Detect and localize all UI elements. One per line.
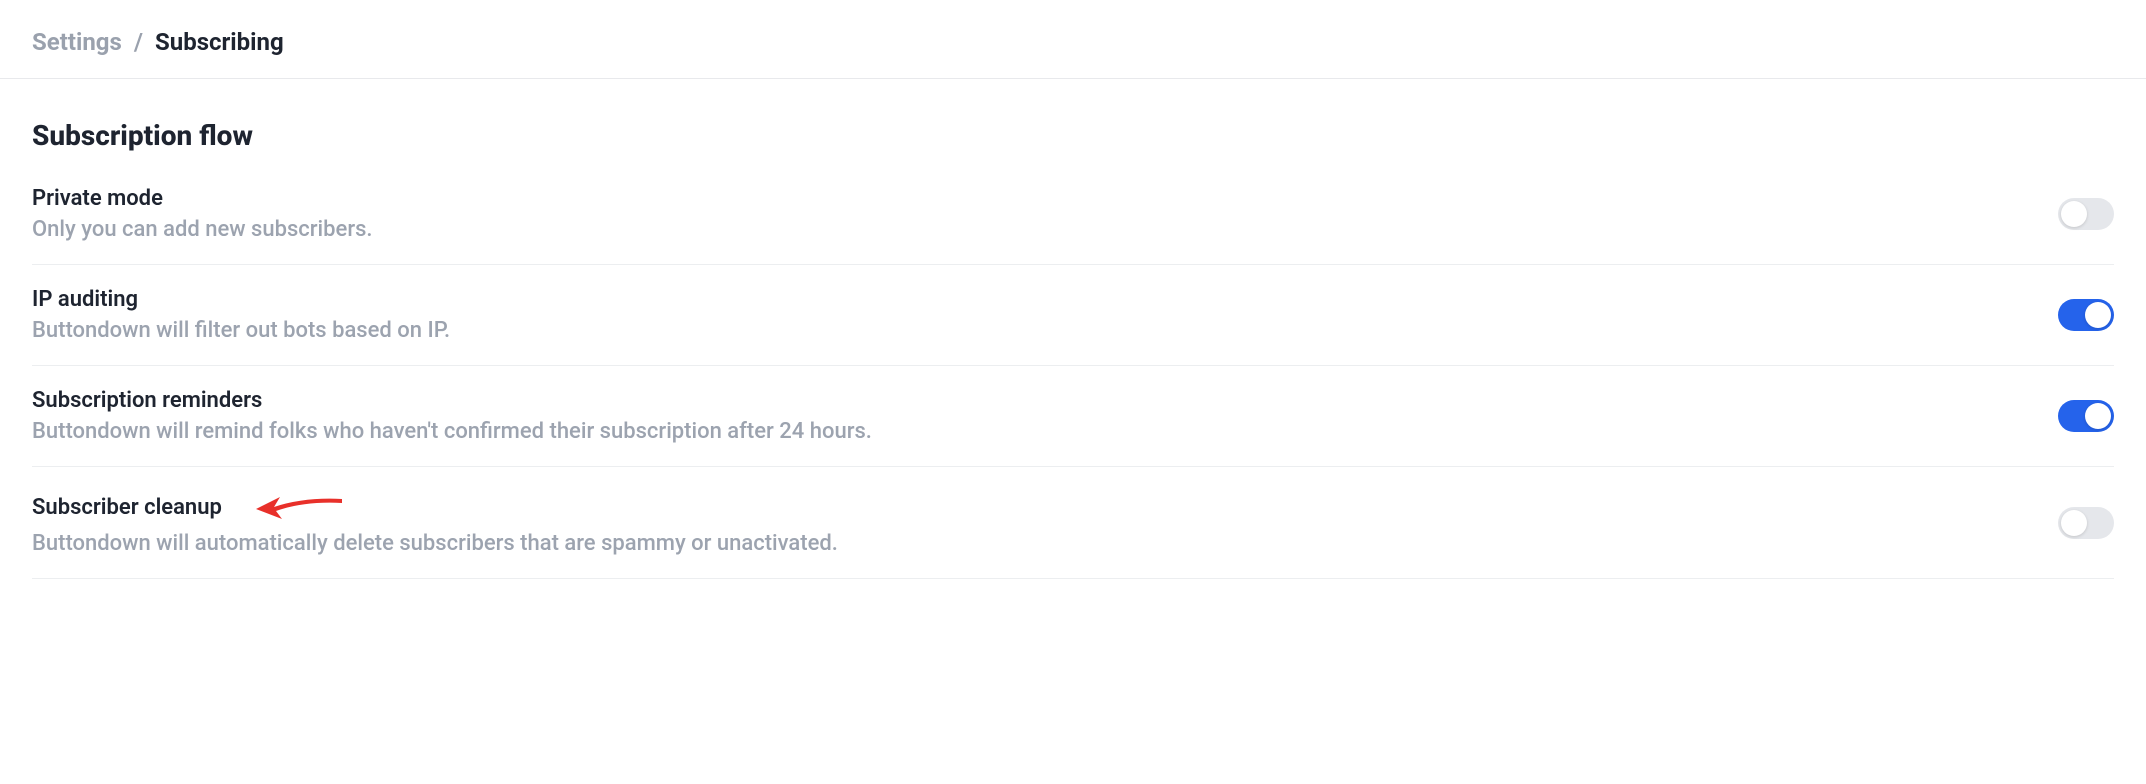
toggle-private-mode[interactable] [2058,198,2114,230]
toggle-knob [2061,201,2087,227]
settings-list: Private mode Only you can add new subscri… [32,186,2114,579]
section-title: Subscription flow [32,119,2114,152]
setting-title-wrap: Private mode [32,186,373,211]
setting-title-wrap: Subscription reminders [32,388,872,413]
setting-text: IP auditing Buttondown will filter out bo… [32,287,450,343]
setting-text: Private mode Only you can add new subscri… [32,186,373,242]
breadcrumb-current: Subscribing [155,28,284,56]
setting-description: Buttondown will automatically delete sub… [32,531,838,556]
setting-title: Private mode [32,186,163,211]
setting-row-subscription-reminders: Subscription reminders Buttondown will re… [32,366,2114,467]
setting-title-wrap: IP auditing [32,287,450,312]
setting-text: Subscription reminders Buttondown will re… [32,388,872,444]
breadcrumb-separator: / [134,28,143,56]
setting-description: Only you can add new subscribers. [32,217,373,242]
setting-row-private-mode: Private mode Only you can add new subscri… [32,186,2114,265]
setting-row-ip-auditing: IP auditing Buttondown will filter out bo… [32,265,2114,366]
setting-title: Subscription reminders [32,388,262,413]
annotation-arrow-icon [254,489,344,525]
setting-title: Subscriber cleanup [32,495,222,520]
breadcrumb-parent[interactable]: Settings [32,28,122,56]
setting-row-subscriber-cleanup: Subscriber cleanup Buttondown will automa… [32,467,2114,579]
toggle-knob [2061,510,2087,536]
toggle-subscriber-cleanup[interactable] [2058,507,2114,539]
toggle-knob [2085,403,2111,429]
setting-description: Buttondown will remind folks who haven't… [32,419,872,444]
setting-description: Buttondown will filter out bots based on… [32,318,450,343]
setting-text: Subscriber cleanup Buttondown will automa… [32,489,838,556]
settings-content: Subscription flow Private mode Only you c… [0,79,2146,579]
toggle-ip-auditing[interactable] [2058,299,2114,331]
toggle-knob [2085,302,2111,328]
setting-title-wrap: Subscriber cleanup [32,489,838,525]
breadcrumb: Settings / Subscribing [0,0,2146,79]
toggle-subscription-reminders[interactable] [2058,400,2114,432]
setting-title: IP auditing [32,287,138,312]
